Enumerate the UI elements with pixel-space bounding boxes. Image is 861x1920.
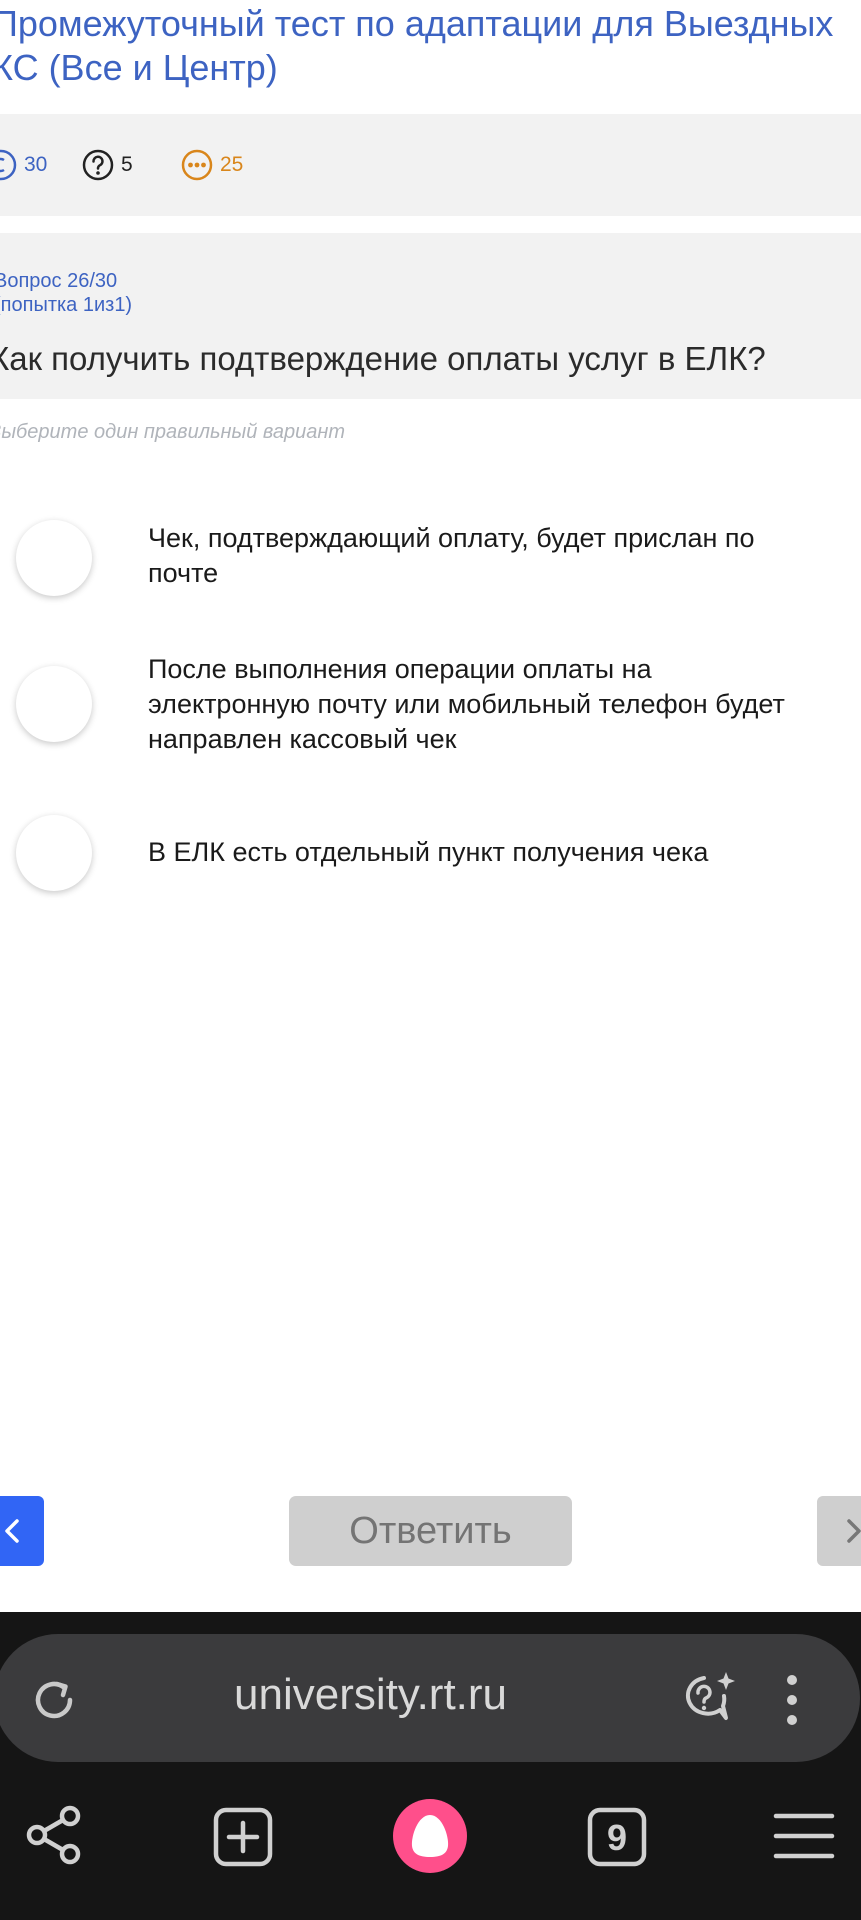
stats-bar: 30 5 25 xyxy=(0,114,861,216)
menu-icon[interactable] xyxy=(772,1808,836,1864)
chevron-left-icon xyxy=(5,1519,19,1543)
answer-option-line: почте xyxy=(148,558,219,588)
more-vertical-icon[interactable] xyxy=(782,1674,802,1726)
answer-hint: Выберите один правильный вариант xyxy=(0,421,346,443)
radio-button[interactable] xyxy=(16,815,92,891)
question-number: Вопрос 26/30 xyxy=(0,270,118,292)
test-title: Промежуточный тест по адаптации для Выез… xyxy=(0,2,861,90)
next-question-button[interactable] xyxy=(817,1496,861,1566)
answer-option-line: электронную почту или мобильный телефон … xyxy=(148,689,785,719)
tabs-icon[interactable]: 9 xyxy=(586,1806,648,1868)
question-text: Как получить подтверждение оплаты услуг … xyxy=(0,340,766,377)
new-tab-icon[interactable] xyxy=(212,1806,274,1868)
question-meta: Вопрос 26/30 (попытка 1из1) xyxy=(0,269,132,317)
test-title-line-2: КС (Все и Центр) xyxy=(0,47,278,88)
url-text[interactable]: university.rt.ru xyxy=(234,1670,507,1720)
submit-answer-button[interactable]: Ответить xyxy=(289,1496,572,1566)
chevron-right-icon xyxy=(847,1519,861,1543)
answer-option-line: В ЕЛК есть отдельный пункт получения чек… xyxy=(148,837,709,867)
tabs-count: 9 xyxy=(607,1817,627,1858)
answered-count: 30 xyxy=(24,153,48,176)
ai-assistant-icon[interactable] xyxy=(676,1668,740,1730)
questions-count: 5 xyxy=(121,153,133,176)
reload-icon[interactable] xyxy=(26,1672,82,1728)
alice-icon[interactable] xyxy=(392,1798,468,1874)
answer-option-2[interactable]: После выполнения операции оплаты на элек… xyxy=(0,650,861,760)
radio-button[interactable] xyxy=(16,666,92,742)
answer-option-text[interactable]: Чек, подтверждающий оплату, будет присла… xyxy=(148,521,860,591)
share-icon[interactable] xyxy=(24,1804,86,1866)
attempt-counter: (попытка 1из1) xyxy=(0,294,133,316)
questions-stat: 5 xyxy=(81,147,133,183)
browser-toolbar: university.rt.ru 9 xyxy=(0,1612,861,1920)
answer-option-text[interactable]: После выполнения операции оплаты на элек… xyxy=(148,652,860,757)
radio-button[interactable] xyxy=(16,520,92,596)
remaining-count: 25 xyxy=(220,153,244,176)
previous-question-button[interactable] xyxy=(0,1496,44,1566)
answer-option-1[interactable]: Чек, подтверждающий оплату, будет присла… xyxy=(0,516,861,596)
answer-option-line: После выполнения операции оплаты на xyxy=(148,654,652,684)
more-circle-icon xyxy=(181,149,213,181)
answered-icon xyxy=(0,149,17,181)
answer-option-line: направлен кассовый чек xyxy=(148,724,457,754)
remaining-stat: 25 xyxy=(180,147,243,183)
answer-option-text[interactable]: В ЕЛК есть отдельный пункт получения чек… xyxy=(148,835,860,870)
address-bar[interactable]: university.rt.ru xyxy=(0,1634,860,1762)
question-block: Вопрос 26/30 (попытка 1из1) Как получить… xyxy=(0,233,861,399)
question-circle-icon xyxy=(82,149,114,181)
answered-stat: 30 xyxy=(0,147,47,183)
answer-option-3[interactable]: В ЕЛК есть отдельный пункт получения чек… xyxy=(0,815,861,895)
answer-option-line: Чек, подтверждающий оплату, будет присла… xyxy=(148,523,755,553)
test-title-line-1: Промежуточный тест по адаптации для Выез… xyxy=(0,3,834,44)
